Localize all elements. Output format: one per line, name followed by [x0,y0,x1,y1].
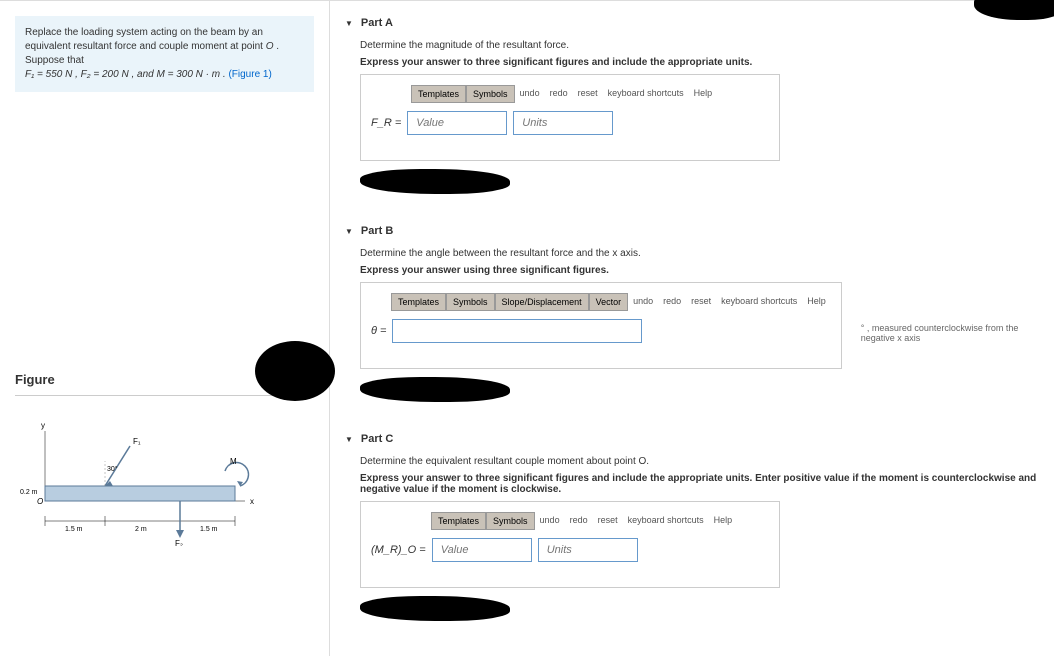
right-column: ▼ Part A Determine the magnitude of the … [330,1,1054,656]
help-button[interactable]: Help [709,512,738,530]
label-F2: F₂ [175,539,183,546]
redo-button[interactable]: redo [658,293,686,311]
slope-button[interactable]: Slope/Displacement [495,293,589,311]
hint-b: ° , measured counterclockwise from the n… [861,323,1041,343]
toolbar-c: Templates Symbols undo redo reset keyboa… [431,512,769,530]
dim-3: 1.5 m [200,526,218,533]
problem-statement: Replace the loading system acting on the… [15,16,314,92]
part-c-answer-box: Templates Symbols undo redo reset keyboa… [360,501,780,588]
redo-button[interactable]: redo [545,85,573,103]
var-mro: (M_R)_O = [371,544,426,556]
part-a-instr1: Determine the magnitude of the resultant… [360,40,1039,51]
redaction-c [360,596,510,621]
reset-button[interactable]: reset [573,85,603,103]
kb-button[interactable]: keyboard shortcuts [716,293,802,311]
figure-diagram: x y O 0.2 m 1.5 m 2 m 1.5 m [15,416,314,549]
kb-button[interactable]: keyboard shortcuts [603,85,689,103]
symbols-button[interactable]: Symbols [466,85,515,103]
redo-button[interactable]: redo [565,512,593,530]
units-input-a[interactable] [513,111,613,135]
label-O: O [37,497,43,506]
collapse-icon: ▼ [345,19,353,28]
label-F1: F₁ [133,437,141,446]
dim-1: 1.5 m [65,526,83,533]
part-b: ▼ Part B Determine the angle between the… [345,219,1039,412]
help-button[interactable]: Help [802,293,831,311]
templates-button[interactable]: Templates [431,512,486,530]
part-a-title: Part A [361,17,393,29]
redaction-a [360,169,510,194]
part-b-instr2: Express your answer using three signific… [360,265,1039,276]
templates-button[interactable]: Templates [391,293,446,311]
dim-2: 2 m [135,526,147,533]
problem-text: Replace the loading system acting on the… [25,27,266,52]
help-button[interactable]: Help [689,85,718,103]
figure-link[interactable]: (Figure 1) [228,69,271,80]
label-M: M [230,457,237,466]
part-c-instr2: Express your answer to three significant… [360,473,1039,495]
part-b-header[interactable]: ▼ Part B [345,219,1039,243]
redaction-left [255,341,335,401]
problem-eq: F₁ = 550 N , F₂ = 200 N , and M = 300 N … [25,69,228,80]
value-input-b[interactable] [392,319,642,343]
axis-y: y [41,421,45,430]
point-o: O [266,41,274,52]
symbols-button[interactable]: Symbols [486,512,535,530]
templates-button[interactable]: Templates [411,85,466,103]
part-a: ▼ Part A Determine the magnitude of the … [345,11,1039,204]
toolbar-a: Templates Symbols undo redo reset keyboa… [411,85,769,103]
reset-button[interactable]: reset [593,512,623,530]
part-b-instr1: Determine the angle between the resultan… [360,248,1039,259]
axis-x: x [250,497,254,506]
part-b-title: Part B [361,225,393,237]
value-input-a[interactable] [407,111,507,135]
part-a-instr2: Express your answer to three significant… [360,57,1039,68]
vector-button[interactable]: Vector [589,293,629,311]
undo-button[interactable]: undo [628,293,658,311]
part-a-header[interactable]: ▼ Part A [345,11,1039,35]
var-fr: F_R = [371,117,401,129]
var-theta: θ = [371,325,386,337]
undo-button[interactable]: undo [515,85,545,103]
part-c-header[interactable]: ▼ Part C [345,427,1039,451]
redaction-b [360,377,510,402]
units-input-c[interactable] [538,538,638,562]
toolbar-b: Templates Symbols Slope/Displacement Vec… [391,293,831,311]
part-c: ▼ Part C Determine the equivalent result… [345,427,1039,631]
value-input-c[interactable] [432,538,532,562]
part-a-answer-box: Templates Symbols undo redo reset keyboa… [360,74,780,161]
symbols-button[interactable]: Symbols [446,293,495,311]
label-angle: 30° [107,465,118,473]
part-b-answer-box: Templates Symbols Slope/Displacement Vec… [360,282,842,369]
dim-h: 0.2 m [20,489,38,496]
left-column: Replace the loading system acting on the… [0,1,330,656]
part-c-instr1: Determine the equivalent resultant coupl… [360,456,1039,467]
collapse-icon: ▼ [345,227,353,236]
kb-button[interactable]: keyboard shortcuts [623,512,709,530]
undo-button[interactable]: undo [535,512,565,530]
collapse-icon: ▼ [345,435,353,444]
part-c-title: Part C [361,433,393,445]
reset-button[interactable]: reset [686,293,716,311]
